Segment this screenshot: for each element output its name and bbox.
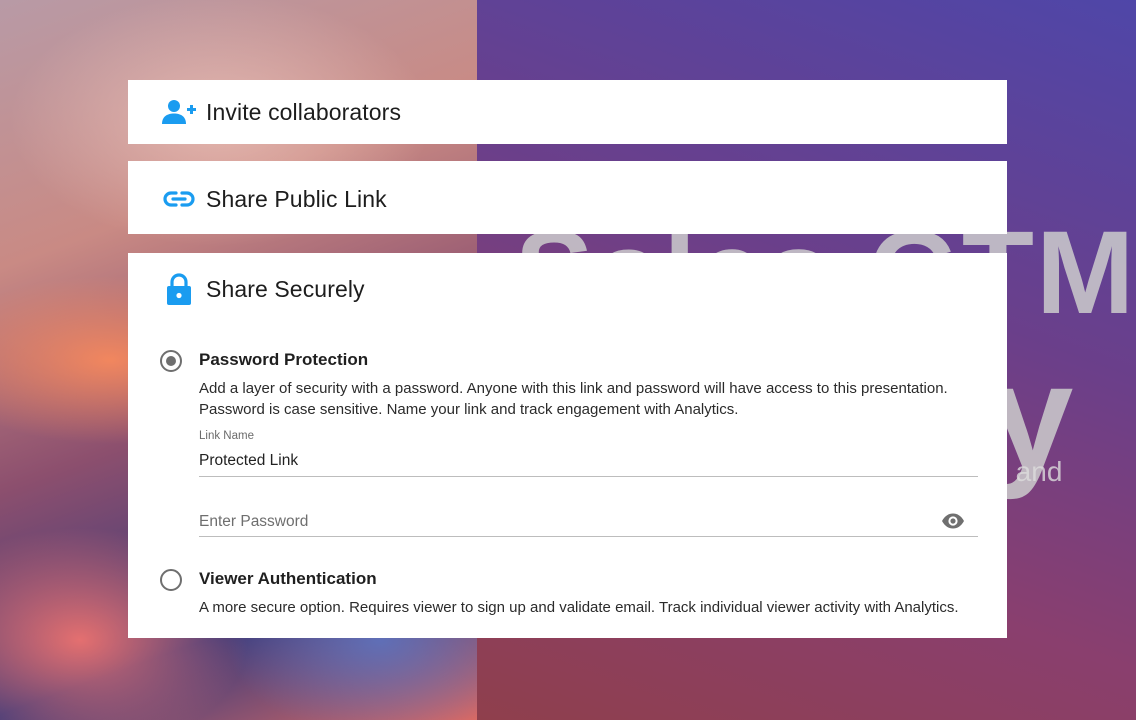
share-securely-label: Share Securely: [206, 275, 365, 302]
share-securely-header[interactable]: Share Securely: [161, 273, 365, 305]
invite-collaborators-label: Invite collaborators: [206, 98, 402, 125]
password-protection-title[interactable]: Password Protection: [199, 350, 368, 370]
link-name-label: Link Name: [199, 430, 254, 442]
invite-collaborators-panel[interactable]: Invite collaborators: [128, 80, 1007, 144]
viewer-authentication-title[interactable]: Viewer Authentication: [199, 569, 377, 589]
share-public-link-label: Share Public Link: [206, 185, 387, 212]
password-protection-description: Add a layer of security with a password.…: [199, 380, 948, 418]
password-underline: [199, 536, 978, 537]
viewer-authentication-description: A more secure option. Requires viewer to…: [199, 599, 959, 616]
eye-icon[interactable]: [940, 512, 966, 530]
password-input[interactable]: Enter Password: [199, 513, 308, 531]
person-add-icon: [161, 96, 197, 128]
viewer-authentication-radio[interactable]: [160, 569, 182, 591]
link-name-underline: [199, 476, 978, 477]
lock-icon: [161, 273, 197, 305]
password-protection-radio[interactable]: [160, 350, 182, 372]
link-name-input[interactable]: Protected Link: [199, 452, 298, 470]
link-icon: [161, 183, 197, 215]
share-public-link-panel[interactable]: Share Public Link: [128, 161, 1007, 234]
share-public-link-header[interactable]: Share Public Link: [161, 183, 387, 215]
invite-collaborators-header[interactable]: Invite collaborators: [161, 96, 401, 128]
share-securely-panel: Share Securely Password Protection Add a…: [128, 253, 1007, 638]
